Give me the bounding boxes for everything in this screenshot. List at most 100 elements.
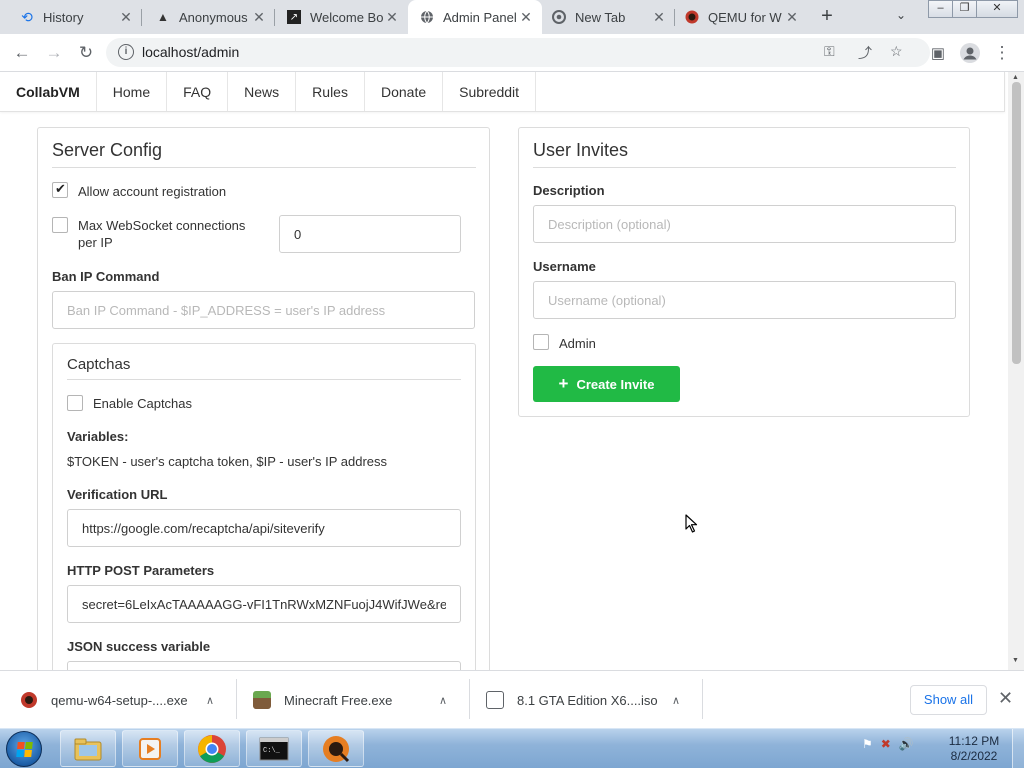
nav-home[interactable]: Home	[97, 72, 168, 111]
anonymous-icon: ▲	[157, 10, 169, 24]
nav-faq[interactable]: FAQ	[167, 72, 229, 111]
download-shelf: qemu-w64-setup-....exe ∧ Minecraft Free.…	[0, 670, 1024, 728]
tab-history[interactable]: ⟲ History ✕	[0, 0, 142, 34]
browser-toolbar: ← → ↻ i localhost/admin ⚿ ⤴ ☆ ▣ ⋮	[0, 34, 1024, 72]
minimize-icon[interactable]: –	[928, 0, 953, 18]
chevron-up-icon[interactable]: ∧	[439, 694, 447, 707]
divider	[236, 679, 237, 719]
action-center-icon[interactable]: ⚑	[862, 737, 873, 751]
url-text[interactable]: localhost/admin	[142, 44, 239, 60]
divider	[469, 679, 470, 719]
maximize-icon[interactable]: ❐	[952, 0, 977, 18]
admin-label: Admin	[559, 336, 596, 351]
show-all-button[interactable]: Show all	[910, 685, 987, 715]
description-input[interactable]	[533, 205, 956, 243]
network-icon[interactable]: ✖	[881, 737, 891, 751]
tab-admin-panel[interactable]: Admin Panel ✕	[408, 0, 542, 34]
user-invites-panel: User Invites Description Username Admin …	[518, 127, 970, 417]
kebab-menu-icon[interactable]: ⋮	[990, 41, 1014, 65]
page-viewport: CollabVM Home FAQ News Rules Donate Subr…	[0, 72, 1008, 670]
address-bar[interactable]: i localhost/admin ⚿ ⤴ ☆	[106, 38, 930, 67]
reload-icon[interactable]: ↻	[74, 41, 98, 65]
browser-tab-strip: ⟲ History ✕ ▲ Anonymous ✕ ↗ Welcome Bo ✕…	[0, 0, 1024, 34]
key-icon[interactable]: ⚿	[824, 43, 835, 60]
site-navbar: CollabVM Home FAQ News Rules Donate Subr…	[0, 72, 1005, 112]
bookmark-star-icon[interactable]: ☆	[890, 43, 903, 60]
close-tab-icon[interactable]: ✕	[518, 9, 534, 26]
show-desktop-button[interactable]	[1012, 729, 1024, 768]
divider	[67, 379, 461, 380]
max-websocket-input[interactable]	[279, 215, 461, 253]
chevron-up-icon[interactable]: ∧	[672, 694, 680, 707]
start-button[interactable]	[6, 731, 42, 767]
disc-image-file-icon	[486, 691, 504, 709]
http-post-input[interactable]	[67, 585, 461, 623]
qemu-icon	[685, 10, 699, 24]
verification-url-input[interactable]	[67, 509, 461, 547]
close-window-icon[interactable]: ✕	[976, 0, 1018, 18]
folder-icon	[74, 738, 102, 760]
welcome-icon: ↗	[287, 10, 301, 24]
taskbar-media-player[interactable]	[122, 730, 178, 767]
taskbar-chrome[interactable]	[184, 730, 240, 767]
tab-search-chevron-icon[interactable]: ⌄	[896, 8, 906, 22]
nav-rules[interactable]: Rules	[296, 72, 365, 111]
plus-icon: +	[558, 374, 569, 393]
qemu-icon	[323, 735, 350, 762]
tab-welcome[interactable]: ↗ Welcome Bo ✕	[275, 0, 408, 34]
side-panel-icon[interactable]: ▣	[926, 41, 950, 65]
scroll-up-arrow-icon[interactable]: ▲	[1012, 74, 1019, 81]
close-tab-icon[interactable]: ✕	[118, 9, 134, 26]
ban-ip-input[interactable]	[52, 291, 475, 329]
max-websocket-label: Max WebSocket connections	[78, 218, 246, 233]
taskbar-cmd[interactable]: C:\_	[246, 730, 302, 767]
nav-donate[interactable]: Donate	[365, 72, 444, 111]
close-shelf-icon[interactable]: ✕	[998, 688, 1013, 709]
chevron-up-icon[interactable]: ∧	[206, 694, 214, 707]
new-tab-icon[interactable]: +	[816, 5, 838, 28]
enable-captchas-checkbox[interactable]	[67, 395, 83, 411]
command-prompt-icon: C:\_	[259, 737, 289, 760]
back-arrow-icon[interactable]: ←	[10, 41, 34, 65]
tab-anonymous[interactable]: ▲ Anonymous ✕	[142, 0, 275, 34]
forward-arrow-icon[interactable]: →	[42, 41, 66, 65]
qemu-file-icon	[20, 691, 38, 709]
taskbar-qemu[interactable]	[308, 730, 364, 767]
json-success-input[interactable]	[67, 661, 461, 670]
username-input[interactable]	[533, 281, 956, 319]
scroll-down-arrow-icon[interactable]: ▼	[1012, 657, 1019, 664]
download-item-minecraft[interactable]: Minecraft Free.exe ∧	[253, 681, 463, 719]
windows-logo-icon	[16, 742, 33, 757]
allow-registration-checkbox[interactable]	[52, 181, 68, 198]
brand-link[interactable]: CollabVM	[0, 72, 97, 111]
taskbar-clock[interactable]: 11:12 PM 8/2/2022	[944, 734, 1004, 764]
create-invite-button[interactable]: + Create Invite	[533, 366, 680, 402]
download-item-qemu[interactable]: qemu-w64-setup-....exe ∧	[20, 681, 230, 719]
nav-news[interactable]: News	[228, 72, 297, 111]
windows-taskbar: C:\_ ⚑ ✖ 🔊 11:12 PM 8/2/2022	[0, 728, 1024, 768]
json-success-label: JSON success variable	[67, 639, 211, 654]
nav-subreddit[interactable]: Subreddit	[443, 72, 537, 111]
admin-checkbox[interactable]	[533, 334, 549, 350]
max-websocket-checkbox[interactable]	[52, 217, 68, 233]
tab-qemu[interactable]: QEMU for W ✕	[675, 0, 808, 34]
variables-label: Variables:	[67, 429, 129, 444]
user-invites-title: User Invites	[533, 140, 629, 160]
enable-captchas-label: Enable Captchas	[93, 396, 193, 411]
close-tab-icon[interactable]: ✕	[651, 9, 667, 26]
site-info-icon[interactable]: i	[118, 44, 134, 60]
close-tab-icon[interactable]: ✕	[251, 9, 267, 26]
taskbar-explorer[interactable]	[60, 730, 116, 767]
tab-new-tab[interactable]: New Tab ✕	[542, 0, 675, 34]
close-tab-icon[interactable]: ✕	[384, 9, 400, 26]
page-scrollbar[interactable]: ▲ ▼	[1008, 72, 1024, 670]
share-icon[interactable]: ⤴	[858, 43, 872, 63]
divider	[533, 167, 956, 168]
volume-icon[interactable]: 🔊	[899, 737, 914, 751]
close-tab-icon[interactable]: ✕	[784, 9, 800, 26]
scrollbar-thumb[interactable]	[1012, 82, 1021, 364]
download-item-iso[interactable]: 8.1 GTA Edition X6....iso ∧	[486, 681, 696, 719]
svg-text:C:\_: C:\_	[263, 747, 281, 755]
profile-avatar-icon[interactable]	[958, 41, 982, 65]
server-config-title: Server Config	[52, 140, 163, 160]
